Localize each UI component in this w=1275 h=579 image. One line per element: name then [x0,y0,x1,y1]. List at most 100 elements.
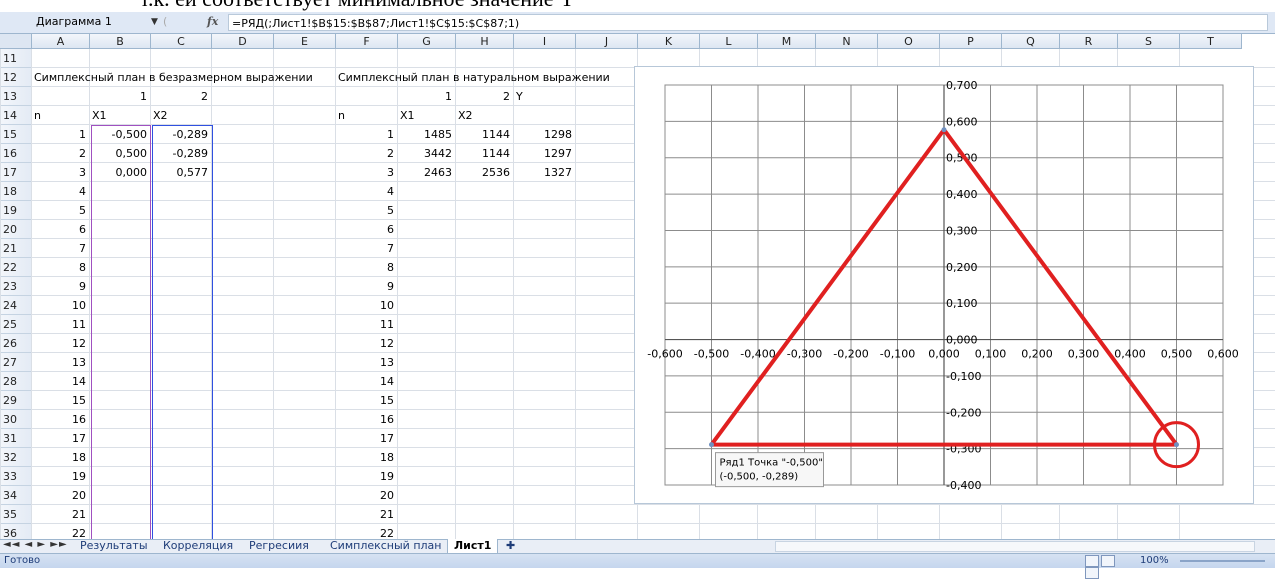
row-header[interactable]: 29 [0,391,32,410]
row-header[interactable]: 17 [0,163,32,182]
cell-y-value[interactable]: 1298 [514,125,572,144]
cell-row-number[interactable]: 20 [336,486,394,505]
column-header[interactable]: F [336,34,398,49]
cell-row-number[interactable]: 6 [336,220,394,239]
cell-x1-value[interactable]: 3442 [398,144,452,163]
cell-row-number[interactable]: 17 [336,429,394,448]
data-point[interactable] [941,127,947,133]
cell-row-number[interactable]: 9 [336,277,394,296]
row-header[interactable]: 21 [0,239,32,258]
row-header[interactable]: 26 [0,334,32,353]
column-header[interactable]: J [576,34,638,49]
cell-header-x1[interactable]: X1 [92,106,153,125]
cell-row-number[interactable]: 19 [32,467,86,486]
cell-row-number[interactable]: 7 [32,239,86,258]
data-point[interactable] [709,442,714,448]
new-sheet-icon[interactable]: ✚ [506,539,515,553]
row-header[interactable]: 27 [0,353,32,372]
cell-row-number[interactable]: 15 [336,391,394,410]
name-box-dropdown-icon[interactable]: ▼ [151,13,158,31]
normal-view-icon[interactable] [1085,555,1099,567]
cell-row-number[interactable]: 16 [32,410,86,429]
column-header[interactable]: I [514,34,576,49]
cell-row-number[interactable]: 7 [336,239,394,258]
column-header[interactable]: A [32,34,90,49]
cell-row-number[interactable]: 18 [32,448,86,467]
column-header[interactable]: D [212,34,274,49]
cell-row-number[interactable]: 1 [336,125,394,144]
cell-row-number[interactable]: 21 [32,505,86,524]
column-header[interactable]: L [700,34,758,49]
horizontal-scrollbar[interactable] [775,541,1255,552]
name-box[interactable]: Диаграмма 1 [36,13,146,31]
cell-row-number[interactable]: 13 [32,353,86,372]
scatter-chart[interactable]: -0,600 -0,500 -0,400 -0,300 -0,200 -0,100 0,00… [635,67,1253,503]
cell-header-n[interactable]: n [338,106,400,125]
row-header[interactable]: 22 [0,258,32,277]
view-buttons[interactable] [1085,555,1130,579]
sheet-nav-arrows[interactable]: ◄◄ ◄ ► ►► [3,539,68,550]
row-header[interactable]: 33 [0,467,32,486]
row-header[interactable]: 32 [0,448,32,467]
column-header[interactable]: P [940,34,1002,49]
select-all-corner[interactable] [0,34,32,49]
page-break-icon[interactable] [1085,567,1099,579]
zoom-level[interactable]: 100% [1140,555,1169,566]
column-header[interactable]: T [1180,34,1242,49]
column-header[interactable]: C [151,34,212,49]
cell-row-number[interactable]: 2 [336,144,394,163]
cell-factor-number[interactable]: 1 [398,87,452,106]
row-header[interactable]: 23 [0,277,32,296]
column-header[interactable]: S [1118,34,1180,49]
tab-results[interactable]: Результаты [80,539,148,553]
tab-regression[interactable]: Регресиия [249,539,309,553]
cell-row-number[interactable]: 3 [32,163,86,182]
column-header[interactable]: M [758,34,816,49]
cell-factor-number[interactable]: 2 [151,87,208,106]
cell-row-number[interactable]: 6 [32,220,86,239]
cell-row-number[interactable]: 14 [336,372,394,391]
cell-row-number[interactable]: 1 [32,125,86,144]
cell-row-number[interactable]: 22 [32,524,86,539]
cell-row-number[interactable]: 3 [336,163,394,182]
cell-row-number[interactable]: 12 [32,334,86,353]
cell-x1-value[interactable]: 2463 [398,163,452,182]
row-header[interactable]: 12 [0,68,32,87]
cell-x1-value[interactable]: 1485 [398,125,452,144]
cell-x2-value[interactable]: 1144 [456,144,510,163]
cell-row-number[interactable]: 10 [32,296,86,315]
data-point[interactable] [1174,442,1179,448]
cell-factor-number[interactable]: 1 [90,87,147,106]
row-header[interactable]: 31 [0,429,32,448]
cell-row-number[interactable]: 2 [32,144,86,163]
cell-row-number[interactable]: 15 [32,391,86,410]
tab-simplex-plan[interactable]: Симплексный план [330,539,442,553]
row-header[interactable]: 36 [0,524,32,539]
cell-row-number[interactable]: 11 [32,315,86,334]
row-header[interactable]: 30 [0,410,32,429]
cell-title-natural[interactable]: Симплексный план в натуральном выражении [338,68,638,87]
column-header[interactable]: B [90,34,151,49]
cell-row-number[interactable]: 4 [336,182,394,201]
cell-title-dimensionless[interactable]: Симплексный план в безразмерном выражени… [34,68,334,87]
cell-row-number[interactable]: 13 [336,353,394,372]
row-header[interactable]: 13 [0,87,32,106]
row-header[interactable]: 25 [0,315,32,334]
cell-x2-value[interactable]: 1144 [456,125,510,144]
cell-row-number[interactable]: 10 [336,296,394,315]
chart-object[interactable]: -0,600 -0,500 -0,400 -0,300 -0,200 -0,100 0,00… [634,66,1254,504]
row-header[interactable]: 19 [0,201,32,220]
row-header[interactable]: 34 [0,486,32,505]
insert-function-icon[interactable]: fx [207,13,218,31]
cell-row-number[interactable]: 11 [336,315,394,334]
zoom-slider[interactable] [1180,560,1265,562]
cell-header-x1[interactable]: X1 [400,106,458,125]
cell-row-number[interactable]: 5 [336,201,394,220]
cell-row-number[interactable]: 22 [336,524,394,539]
column-header[interactable]: Q [1002,34,1060,49]
column-header[interactable]: N [816,34,878,49]
worksheet-grid[interactable]: ABCDEFGHIJKLMNOPQRST 11 12 13 14 15 16 17 18 19 2… [0,34,1275,539]
row-header[interactable]: 16 [0,144,32,163]
cell-header-n[interactable]: n [34,106,92,125]
cell-row-number[interactable]: 21 [336,505,394,524]
